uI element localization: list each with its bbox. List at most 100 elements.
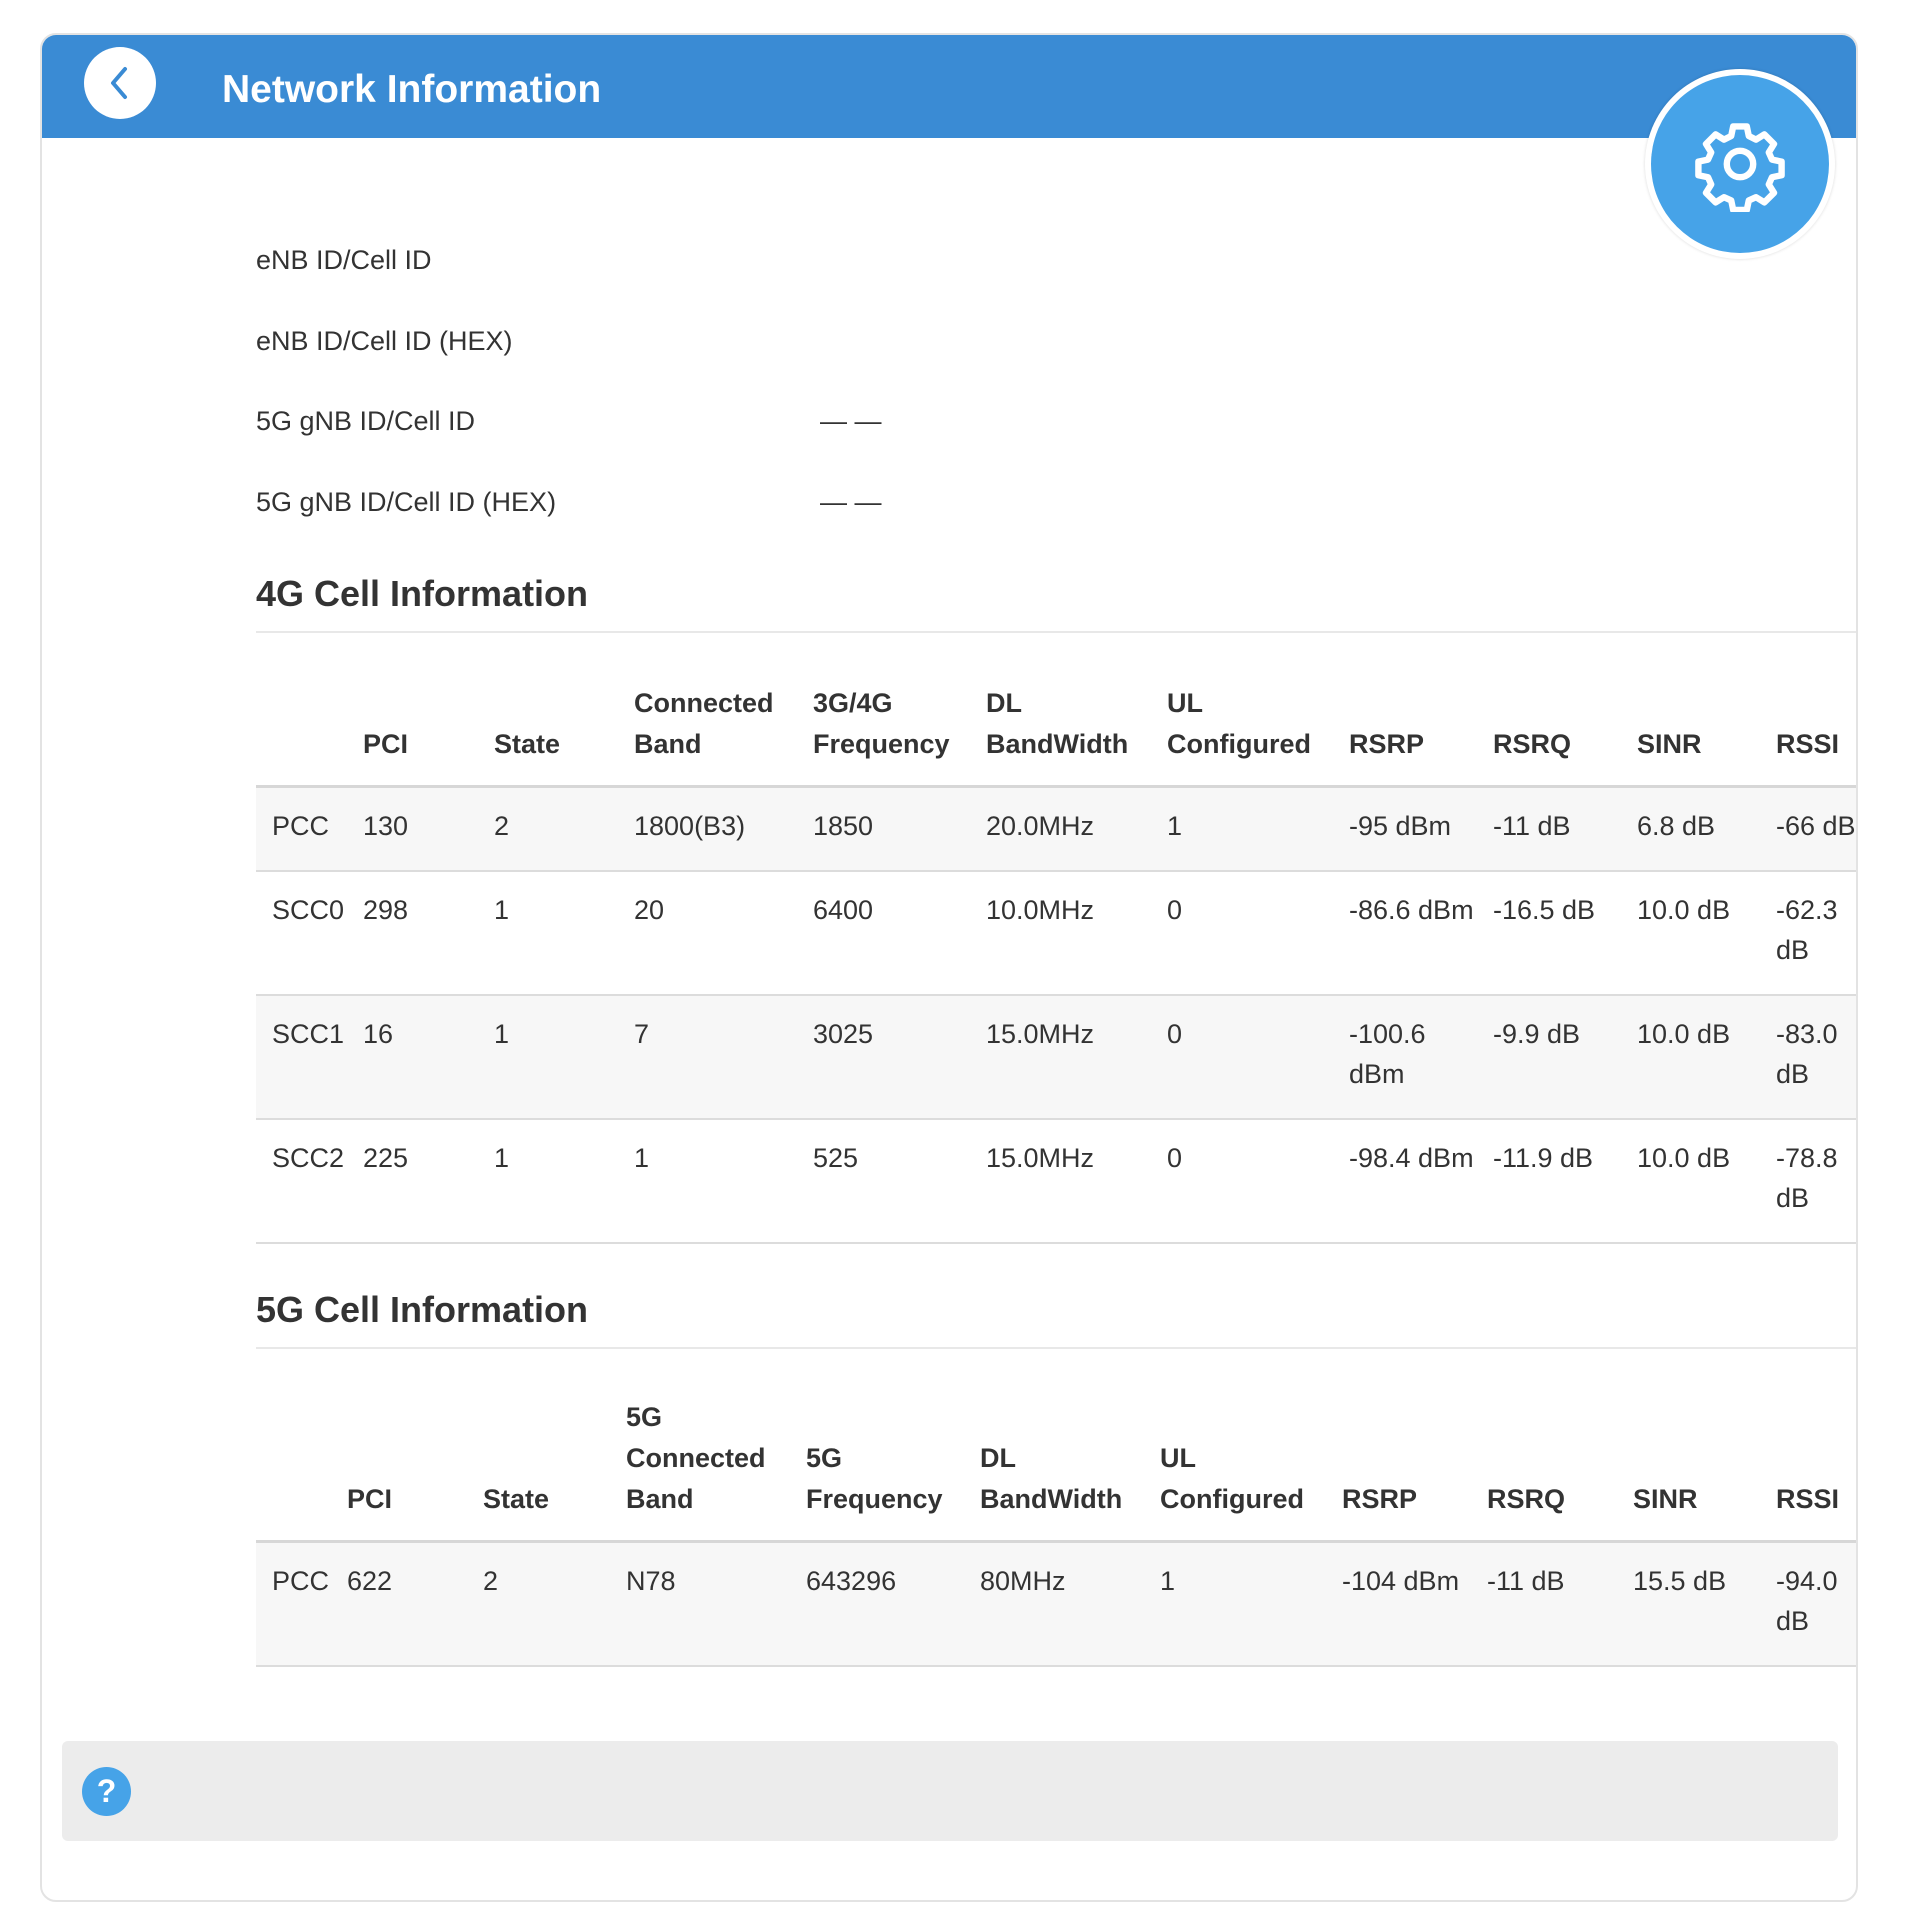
gear-icon [1695,123,1785,212]
table-row: SCC0 298 1 20 6400 10.0MHz 0 -86.6 dBm -16.5 dB 1… [256,871,1856,996]
column-header: PCI [363,683,494,788]
table-cell: 225 [363,1119,494,1244]
table-cell: 622 [347,1541,483,1667]
section-title-5g: 5G Cell Information [256,1289,589,1330]
table-cell: 1 [494,995,634,1120]
table-cell: 15.0MHz [986,1119,1167,1244]
info-label-gnb-cell-id-hex: 5G gNB ID/Cell ID (HEX) [256,487,557,517]
table-cell: 1 [494,1119,634,1244]
table-cell: -78.8 dB [1776,1119,1856,1244]
column-header: 3G/4G Frequency [813,683,986,788]
table-cell: 80MHz [980,1541,1160,1667]
column-header [256,1397,347,1543]
table-cell: 130 [363,786,494,872]
table-cell: 1 [634,1119,813,1244]
table-cell: SCC1 [256,995,363,1120]
info-label-enb-cell-id: eNB ID/Cell ID [256,245,432,275]
table-cell: -16.5 dB [1493,871,1637,996]
table-cell: 1800(B3) [634,786,813,872]
column-header: DL BandWidth [980,1397,1160,1543]
network-info-card: Network Information eNB ID/Cell ID eNB I… [40,33,1858,1902]
table-cell: 6400 [813,871,986,996]
table-cell: 7 [634,995,813,1120]
table-cell: -94.0 dB [1776,1541,1856,1667]
table-cell: -98.4 dBm [1349,1119,1493,1244]
table-cell: 298 [363,871,494,996]
column-header: RSRP [1349,683,1493,788]
table-cell: 3025 [813,995,986,1120]
table-cell: -95 dBm [1349,786,1493,872]
table-4g-cells: PCI State Connected Band 3G/4G Frequency DL … [256,683,1856,1244]
section-divider-5g [256,1347,1856,1349]
table-cell: 2 [494,786,634,872]
section-title-4g: 4G Cell Information [256,573,589,614]
table-cell: SCC0 [256,871,363,996]
table-cell: 6.8 dB [1637,786,1776,872]
table-row: PCC 130 2 1800(B3) 1850 20.0MHz 1 -95 dBm -11 dB… [256,786,1856,872]
column-header: RSRQ [1487,1397,1633,1543]
column-header: SINR [1637,683,1776,788]
table-cell: 0 [1167,995,1349,1120]
table-cell: 20 [634,871,813,996]
column-header: RSRP [1342,1397,1487,1543]
column-header: RSSI [1776,1397,1856,1543]
table-cell: SCC2 [256,1119,363,1244]
column-header: PCI [347,1397,483,1543]
info-value-gnb-cell-id-hex: — — [820,487,882,517]
column-header: SINR [1633,1397,1776,1543]
column-header: State [483,1397,626,1543]
table-cell: 0 [1167,1119,1349,1244]
info-value-gnb-cell-id: — — [820,406,882,436]
column-header: Connected Band [634,683,813,788]
table-cell: 1 [1167,786,1349,872]
table-cell: -100.6 dBm [1349,995,1493,1120]
column-header: DL BandWidth [986,683,1167,788]
table-cell: 2 [483,1541,626,1667]
page-title: Network Information [222,68,602,111]
page-header: Network Information [42,35,1856,138]
table-cell: 1 [494,871,634,996]
question-icon[interactable]: ? [82,1767,131,1816]
table-cell: 1850 [813,786,986,872]
table-cell: 10.0 dB [1637,871,1776,996]
table-cell: 15.5 dB [1633,1541,1776,1667]
table-cell: 525 [813,1119,986,1244]
table-cell: 15.0MHz [986,995,1167,1120]
info-label-gnb-cell-id: 5G gNB ID/Cell ID [256,406,476,436]
table-row: SCC1 16 1 7 3025 15.0MHz 0 -100.6 dBm -9.9 dB 10.… [256,995,1856,1120]
table-cell: 643296 [806,1541,980,1667]
table-cell: -104 dBm [1342,1541,1487,1667]
table-cell: 10.0 dB [1637,995,1776,1120]
table-cell: -62.3 dB [1776,871,1856,996]
column-header: 5G Frequency [806,1397,980,1543]
column-header [256,683,363,788]
table-cell: -83.0 dB [1776,995,1856,1120]
help-bar: ? [62,1741,1838,1841]
back-button[interactable] [84,47,156,119]
table-cell: PCC [256,786,363,872]
table-cell: -11 dB [1493,786,1637,872]
chevron-left-icon [111,67,127,99]
table-cell: 10.0MHz [986,871,1167,996]
column-header: RSSI [1776,683,1856,788]
info-label-enb-cell-id-hex: eNB ID/Cell ID (HEX) [256,326,513,356]
settings-button[interactable] [1651,75,1829,253]
table-cell: PCC [256,1541,347,1667]
column-header: 5G Connected Band [626,1397,806,1543]
column-header: UL Configured [1160,1397,1342,1543]
table-cell: N78 [626,1541,806,1667]
table-cell: 1 [1160,1541,1342,1667]
table-cell: -86.6 dBm [1349,871,1493,996]
table-cell: 0 [1167,871,1349,996]
table-cell: -11 dB [1487,1541,1633,1667]
table-cell: -9.9 dB [1493,995,1637,1120]
table-cell: -11.9 dB [1493,1119,1637,1244]
section-divider-4g [256,631,1856,633]
table-cell: 20.0MHz [986,786,1167,872]
table-row: SCC2 225 1 1 525 15.0MHz 0 -98.4 dBm -11.9 dB 10.… [256,1119,1856,1244]
table-cell: 16 [363,995,494,1120]
table-row: PCC 622 2 N78 643296 80MHz 1 -104 dBm -11 dB 15.5… [256,1541,1856,1667]
table-5g-cells: PCI State 5G Connected Band 5G Frequency DL … [256,1397,1856,1667]
column-header: State [494,683,634,788]
column-header: UL Configured [1167,683,1349,788]
